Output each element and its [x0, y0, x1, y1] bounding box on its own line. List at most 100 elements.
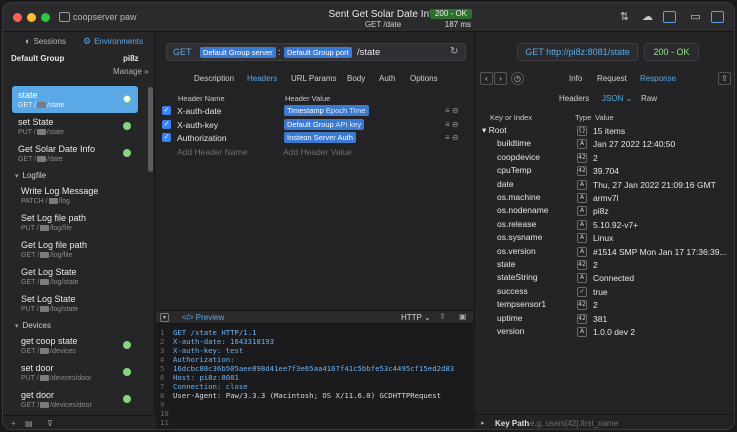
json-row[interactable]: stateString A Connected [475, 272, 734, 285]
chevron-down-icon: ▾ [15, 173, 19, 180]
header-enabled-checkbox[interactable]: ✓ [162, 133, 171, 142]
request-item-get-log-file[interactable]: Get Log file path GET //log/file [15, 236, 141, 263]
type-icon: A [577, 206, 587, 217]
json-root-row[interactable]: ▾ Root{} 15 items [475, 125, 734, 138]
chevron-down-icon[interactable]: ▾ [482, 125, 489, 135]
environment-selector[interactable]: pi8z [123, 54, 139, 63]
sidebar-footer: + ▤ ⊽ [3, 415, 155, 429]
header-enabled-checkbox[interactable]: ✓ [162, 120, 171, 129]
group-logfile[interactable]: ▾ Logfile [15, 171, 46, 180]
sidebar-scrollbar[interactable] [148, 87, 153, 172]
key-path-input[interactable]: e.g. users[42].first_name [530, 419, 618, 428]
raw-request-preview[interactable]: 1 GET /state HTTP/1.1 2 X-auth-date: 16433… [156, 324, 473, 429]
status-dot [123, 95, 131, 103]
json-row[interactable]: version A 1.0.0 dev 2 [475, 326, 734, 339]
close-window-button[interactable] [13, 13, 22, 22]
cloud-sync-icon[interactable]: ☁ [641, 11, 654, 23]
split-view-icon[interactable]: ▭ [689, 11, 702, 23]
reload-icon[interactable]: ↻ [450, 46, 458, 57]
type-icon: A [577, 327, 587, 337]
header-row-menu-icon[interactable]: ≡ ⊖ [445, 120, 459, 129]
back-icon[interactable]: ‹ [480, 72, 493, 85]
json-row[interactable]: state 42 2 [475, 259, 734, 272]
preview-button[interactable]: </> Preview [182, 313, 224, 322]
tab-request[interactable]: Request [597, 74, 627, 83]
status-dot [123, 341, 131, 349]
json-row[interactable]: os.version A #1514 SMP Mon Jan 17 17:36:39… [475, 246, 734, 259]
header-row-menu-icon[interactable]: ≡ ⊖ [445, 106, 459, 115]
tab-response[interactable]: Response [640, 74, 676, 83]
variable-icon [39, 225, 49, 232]
app-title: coopserver paw [73, 12, 137, 22]
request-item-set-door[interactable]: set door PUT //devices/door [15, 359, 141, 386]
minimize-window-button[interactable] [27, 13, 36, 22]
response-time: 187 ms [444, 20, 471, 29]
json-row[interactable]: os.nodename Api8z [475, 205, 734, 218]
subtab-json[interactable]: JSON ⌄ [602, 94, 632, 103]
json-row[interactable]: buildtime A Jan 27 2022 12:40:50 [475, 138, 734, 151]
variable-icon [37, 102, 47, 109]
folder-icon[interactable]: ▤ [25, 419, 33, 428]
json-row[interactable]: success ✓ true [475, 286, 734, 299]
status-dot [123, 149, 131, 157]
lock-icon[interactable]: ▣ [459, 312, 467, 321]
json-row[interactable]: os.machine Aarmv7l [475, 192, 734, 205]
tab-info[interactable]: Info [569, 74, 582, 83]
http-method[interactable]: GET [173, 47, 192, 57]
group-devices[interactable]: ▾ Devices [15, 321, 51, 330]
collapse-icon[interactable]: ▾ [160, 313, 169, 322]
url-bar[interactable]: GET Default Group server : Default Group… [166, 43, 466, 61]
tab-headers[interactable]: Headers [247, 74, 277, 83]
request-item-set-log-file[interactable]: Set Log file path PUT //log/file [15, 209, 141, 236]
json-row[interactable]: coopdevice 42 2 [475, 152, 734, 165]
layout-toggle-icon[interactable] [663, 11, 676, 23]
request-item-state[interactable]: state GET //state [12, 86, 138, 113]
key-path-bar: ▸ Key Path e.g. users[42].first_name [475, 414, 734, 429]
manage-environments-button[interactable]: Manage » [113, 67, 149, 76]
json-row[interactable]: uptime 42 381 [475, 313, 734, 326]
tab-url-params[interactable]: URL Params [291, 74, 337, 83]
add-header-value-input[interactable]: Add Header Value [283, 147, 352, 157]
url-path[interactable]: /state [357, 47, 380, 58]
format-selector[interactable]: HTTP ⌄ [401, 313, 431, 322]
add-header-name-input[interactable]: Add Header Name [177, 147, 247, 157]
response-panel: GET http://pi8z:8081/state 200 - OK ‹ › … [474, 32, 734, 429]
sort-icon[interactable]: ⇅ [618, 11, 631, 23]
json-row[interactable]: date A Thu, 27 Jan 2022 21:09:16 GMT [475, 179, 734, 192]
share-icon[interactable]: ⇪ [718, 72, 731, 85]
tab-environments[interactable]: ⚙ Environments [83, 36, 143, 47]
json-row[interactable]: os.sysname A Linux [475, 232, 734, 245]
tab-auth[interactable]: Auth [379, 74, 395, 83]
expand-icon[interactable]: ▸ [481, 419, 485, 427]
token-default-group[interactable]: Default Group server [200, 47, 276, 58]
tab-body[interactable]: Body [347, 74, 365, 83]
json-row[interactable]: tempsensor1 42 2 [475, 299, 734, 312]
request-item-get-log-state[interactable]: Get Log State GET //log/state [15, 263, 141, 290]
header-row-menu-icon[interactable]: ≡ ⊖ [445, 133, 459, 142]
json-row[interactable]: cpuTemp 42 39.704 [475, 165, 734, 178]
request-item-write-log[interactable]: Write Log Message PATCH //log [15, 182, 141, 209]
filter-icon[interactable]: ⊽ [47, 419, 53, 428]
request-item-set-state[interactable]: set State PUT //state [12, 113, 138, 140]
column-key: Key or Index [490, 113, 533, 122]
share-icon[interactable]: ⇪ [439, 312, 446, 321]
subtab-headers[interactable]: Headers [559, 94, 589, 103]
request-item-get-coop-state[interactable]: get coop state GET //devices [15, 332, 141, 359]
request-item-set-log-state[interactable]: Set Log State PUT //log/state [15, 290, 141, 317]
response-url[interactable]: GET http://pi8z:8081/state [517, 43, 638, 61]
json-row[interactable]: os.release A 5.10.92-v7+ [475, 219, 734, 232]
subtab-raw[interactable]: Raw [641, 94, 657, 103]
token-port[interactable]: Default Group port [284, 47, 352, 58]
zoom-window-button[interactable] [41, 13, 50, 22]
header-enabled-checkbox[interactable]: ✓ [162, 106, 171, 115]
tab-sessions[interactable]: ◐ Sessions [25, 36, 66, 46]
variable-icon [37, 156, 47, 163]
history-icon[interactable]: ◷ [511, 72, 524, 85]
forward-icon[interactable]: › [494, 72, 507, 85]
request-item-get-solar-date[interactable]: Get Solar Date Info GET //date [12, 140, 138, 167]
tab-options[interactable]: Options [410, 74, 438, 83]
sidebar-toggle-icon[interactable] [711, 11, 724, 23]
request-item-get-door[interactable]: get door GET //devices/door [15, 386, 141, 413]
tab-description[interactable]: Description [194, 74, 234, 83]
add-icon[interactable]: + [11, 419, 16, 428]
